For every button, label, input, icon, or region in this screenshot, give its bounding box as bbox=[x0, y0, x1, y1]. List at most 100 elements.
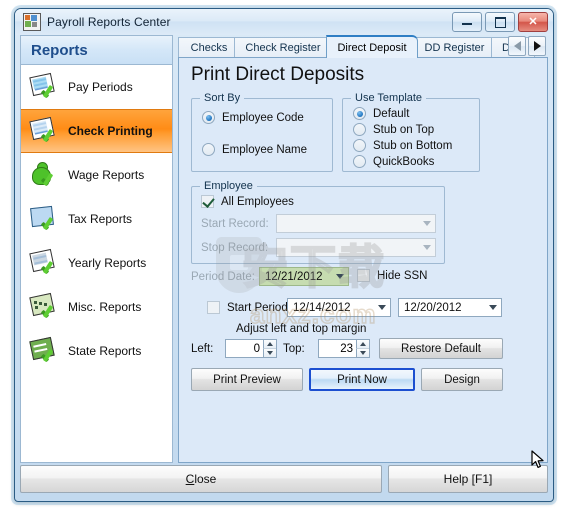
radio-dot-icon bbox=[353, 155, 366, 168]
close-label-rest: lose bbox=[194, 472, 217, 486]
help-button[interactable]: Help [F1] bbox=[388, 465, 548, 493]
checkbox-start-period[interactable]: Start Period: bbox=[207, 301, 291, 314]
radio-label: Employee Code bbox=[222, 111, 304, 124]
checkbox-label: All Employees bbox=[221, 195, 294, 208]
tab-strip: Checks Check Register Direct Deposit DD … bbox=[178, 35, 548, 58]
radio-employee-name[interactable]: Employee Name bbox=[202, 143, 307, 156]
tab-checks[interactable]: Checks bbox=[178, 37, 240, 57]
design-label: Design bbox=[444, 373, 480, 386]
chevron-down-icon bbox=[418, 215, 435, 232]
close-button[interactable]: Close bbox=[20, 465, 382, 493]
start-record-label: Start Record: bbox=[201, 218, 269, 230]
tab-direct-deposit[interactable]: Direct Deposit bbox=[326, 35, 418, 58]
start-period-from-dropdown[interactable]: 12/14/2012 bbox=[287, 298, 391, 317]
close-window-button[interactable]: ✕ bbox=[518, 12, 548, 32]
window-client-area: Reports Pay Periods Check Printing Wage … bbox=[20, 35, 548, 497]
top-margin-stepper[interactable]: 23 bbox=[318, 339, 370, 358]
state-report-icon bbox=[29, 336, 59, 365]
checkbox-icon bbox=[201, 195, 214, 208]
sidebar-item-yearly-reports[interactable]: Yearly Reports bbox=[21, 241, 172, 285]
start-period-from-value: 12/14/2012 bbox=[293, 301, 351, 314]
checkbox-hide-ssn[interactable]: Hide SSN bbox=[357, 269, 428, 282]
desktop-background: Payroll Reports Center ✕ Reports Pay Per… bbox=[0, 0, 569, 510]
start-period-to-dropdown[interactable]: 12/20/2012 bbox=[398, 298, 502, 317]
print-now-label: Print Now bbox=[337, 373, 387, 386]
yearly-clipboard-icon bbox=[29, 248, 59, 277]
sidebar-item-state-reports[interactable]: State Reports bbox=[21, 329, 172, 373]
sort-by-caption: Sort By bbox=[200, 92, 245, 104]
sidebar-item-check-printing[interactable]: Check Printing bbox=[21, 109, 172, 153]
print-preview-label: Print Preview bbox=[213, 373, 281, 386]
radio-employee-code[interactable]: Employee Code bbox=[202, 111, 304, 124]
stepper-arrows-icon[interactable] bbox=[263, 340, 276, 357]
top-margin-value: 23 bbox=[340, 342, 353, 355]
misc-calculator-icon bbox=[29, 292, 59, 321]
sidebar-item-misc-reports[interactable]: Misc. Reports bbox=[21, 285, 172, 329]
use-template-caption: Use Template bbox=[351, 92, 427, 104]
sidebar-item-label: Wage Reports bbox=[68, 168, 145, 182]
chevron-down-icon bbox=[331, 268, 348, 285]
chevron-down-icon bbox=[373, 299, 390, 316]
tab-check-register[interactable]: Check Register bbox=[234, 37, 332, 57]
radio-dot-icon bbox=[353, 139, 366, 152]
window-titlebar[interactable]: Payroll Reports Center ✕ bbox=[15, 9, 553, 35]
sidebar-item-label: Pay Periods bbox=[68, 80, 133, 94]
sidebar-item-label: Tax Reports bbox=[68, 212, 133, 226]
stop-record-dropdown[interactable] bbox=[276, 238, 436, 257]
start-record-dropdown[interactable] bbox=[276, 214, 436, 233]
radio-dot-icon bbox=[353, 123, 366, 136]
sidebar-item-pay-periods[interactable]: Pay Periods bbox=[21, 65, 172, 109]
footer-bar: Close Help [F1] bbox=[20, 465, 548, 497]
design-button[interactable]: Design bbox=[421, 368, 503, 391]
sidebar-item-label: Misc. Reports bbox=[68, 300, 142, 314]
stepper-arrows-icon[interactable] bbox=[356, 340, 369, 357]
chevron-down-icon bbox=[484, 299, 501, 316]
tab-label: Direct Deposit bbox=[337, 41, 407, 54]
sidebar-item-tax-reports[interactable]: Tax Reports bbox=[21, 197, 172, 241]
radio-template-stub-on-top[interactable]: Stub on Top bbox=[353, 123, 434, 136]
period-date-value: 12/21/2012 bbox=[265, 270, 323, 283]
radio-template-stub-on-bottom[interactable]: Stub on Bottom bbox=[353, 139, 452, 152]
report-pages-icon bbox=[29, 72, 59, 101]
left-margin-stepper[interactable]: 0 bbox=[225, 339, 277, 358]
wage-person-icon bbox=[29, 161, 59, 189]
radio-dot-icon bbox=[202, 143, 215, 156]
use-template-group: Use Template Default Stub on Top Stub on… bbox=[342, 92, 480, 172]
sidebar-header: Reports bbox=[21, 36, 172, 65]
maximize-button[interactable] bbox=[485, 12, 515, 32]
payroll-reports-center-window: Payroll Reports Center ✕ Reports Pay Per… bbox=[14, 8, 554, 502]
print-preview-button[interactable]: Print Preview bbox=[191, 368, 303, 391]
left-margin-value: 0 bbox=[253, 342, 260, 355]
sidebar-item-label: State Reports bbox=[68, 344, 142, 358]
stop-record-label: Stop Record: bbox=[201, 242, 269, 254]
minimize-button[interactable] bbox=[452, 12, 482, 32]
tab-dd-register[interactable]: DD Register bbox=[412, 37, 497, 57]
checkbox-label: Hide SSN bbox=[377, 269, 428, 282]
tab-label: Checks bbox=[190, 41, 228, 54]
chevron-down-icon bbox=[418, 239, 435, 256]
restore-default-button[interactable]: Restore Default bbox=[379, 338, 503, 359]
checkbox-icon bbox=[207, 301, 220, 314]
main-panel: Checks Check Register Direct Deposit DD … bbox=[178, 35, 548, 468]
radio-dot-icon bbox=[202, 111, 215, 124]
scroll-tabs-left-icon[interactable] bbox=[508, 36, 526, 56]
radio-label: Stub on Top bbox=[373, 123, 435, 136]
radio-template-quickbooks[interactable]: QuickBooks bbox=[353, 155, 434, 168]
tax-book-icon bbox=[29, 205, 59, 233]
direct-deposit-panel: Print Direct Deposits Sort By Employee C… bbox=[178, 57, 548, 468]
top-margin-label: Top: bbox=[283, 343, 305, 355]
radio-template-default[interactable]: Default bbox=[353, 107, 409, 120]
radio-label: Employee Name bbox=[222, 143, 308, 156]
employee-group: Employee All Employees Start Record: Sto… bbox=[191, 180, 445, 264]
reports-sidebar: Reports Pay Periods Check Printing Wage … bbox=[20, 35, 173, 463]
scroll-tabs-right-icon[interactable] bbox=[528, 36, 546, 56]
checkbox-label: Start Period: bbox=[227, 301, 291, 314]
period-date-dropdown[interactable]: 12/21/2012 bbox=[259, 267, 349, 286]
sidebar-item-wage-reports[interactable]: Wage Reports bbox=[21, 153, 172, 197]
employee-caption: Employee bbox=[200, 180, 257, 192]
print-now-button[interactable]: Print Now bbox=[309, 368, 415, 391]
radio-label: Stub on Bottom bbox=[373, 139, 453, 152]
sort-by-group: Sort By Employee Code Employee Name bbox=[191, 92, 333, 172]
sidebar-item-label: Check Printing bbox=[68, 124, 153, 138]
checkbox-all-employees[interactable]: All Employees bbox=[201, 195, 294, 208]
